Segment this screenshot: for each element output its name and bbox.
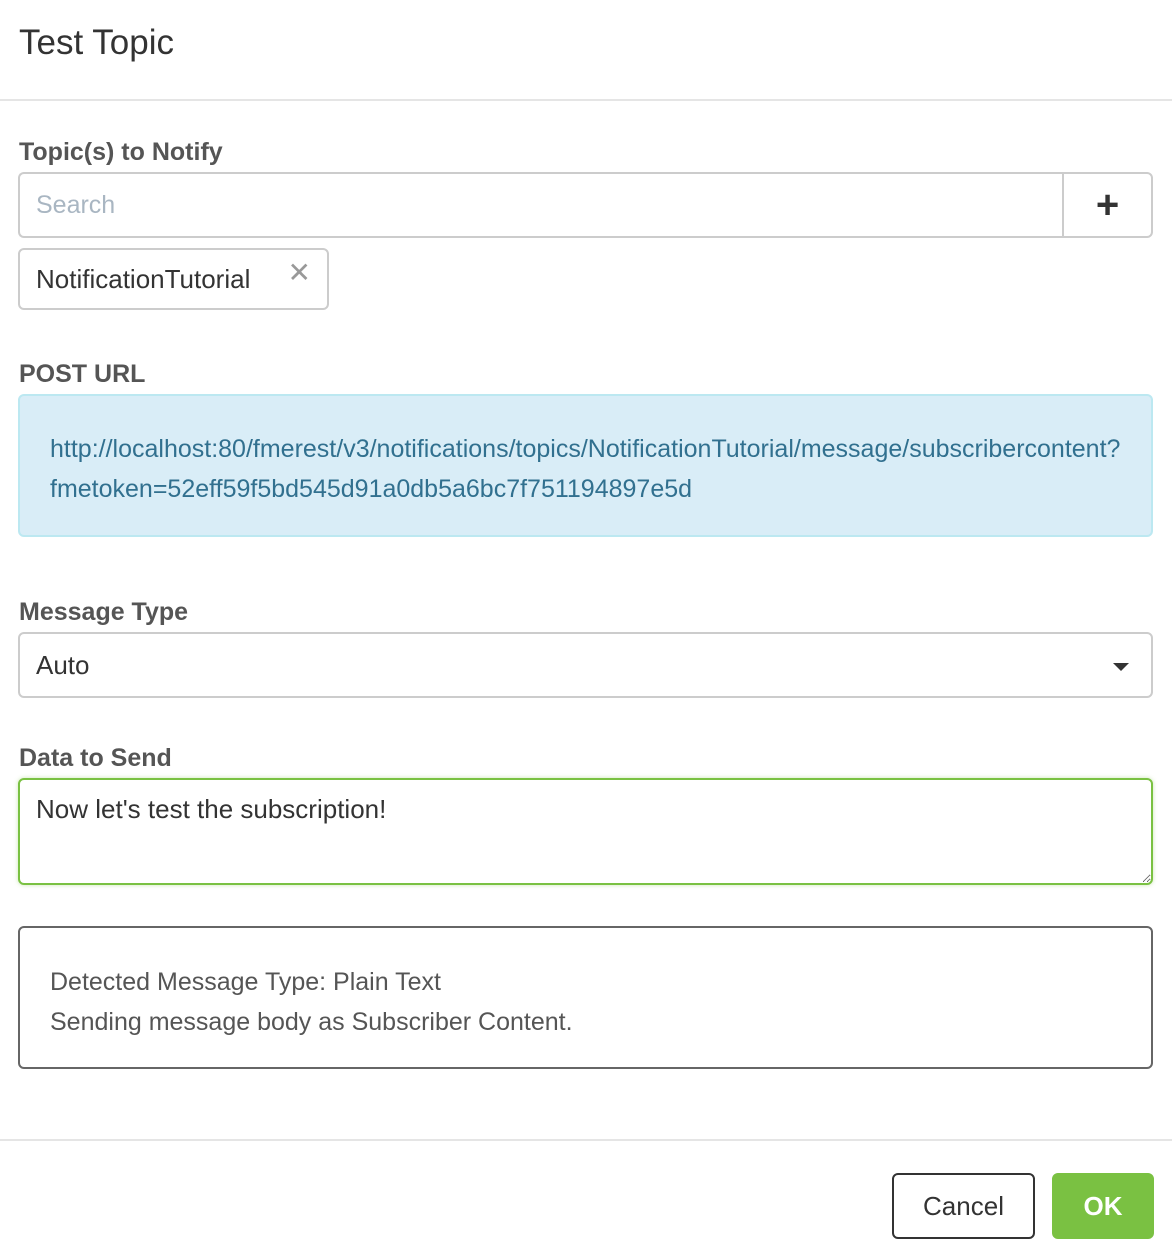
topic-chip-label: NotificationTutorial [36,263,251,294]
ok-button[interactable]: OK [1052,1173,1154,1239]
cancel-button[interactable]: Cancel [892,1173,1035,1239]
post-url-value: http://localhost:80/fmerest/v3/notificat… [18,394,1153,537]
topic-search-group: + [18,172,1153,238]
topic-chip: NotificationTutorial ✕ [18,248,329,310]
data-to-send-label: Data to Send [19,744,172,772]
plus-icon: + [1095,182,1120,227]
sending-body-line: Sending message body as Subscriber Conte… [50,1008,573,1036]
add-topic-button[interactable]: + [1062,172,1153,238]
footer-divider [0,1139,1172,1141]
topics-label: Topic(s) to Notify [19,138,223,166]
topic-search-input[interactable] [18,172,1062,238]
data-to-send-textarea[interactable] [18,778,1153,885]
post-url-label: POST URL [19,360,146,388]
message-type-select[interactable]: Auto [18,632,1153,698]
close-icon[interactable]: ✕ [288,258,311,288]
message-type-selected: Auto [36,649,90,680]
dialog-title: Test Topic [19,23,174,62]
message-type-label: Message Type [19,598,189,626]
detected-type-info: Detected Message Type: Plain Text Sendin… [18,926,1153,1069]
header-divider [0,99,1172,101]
caret-down-icon [1113,663,1129,671]
detected-type-line: Detected Message Type: Plain Text [50,968,441,996]
